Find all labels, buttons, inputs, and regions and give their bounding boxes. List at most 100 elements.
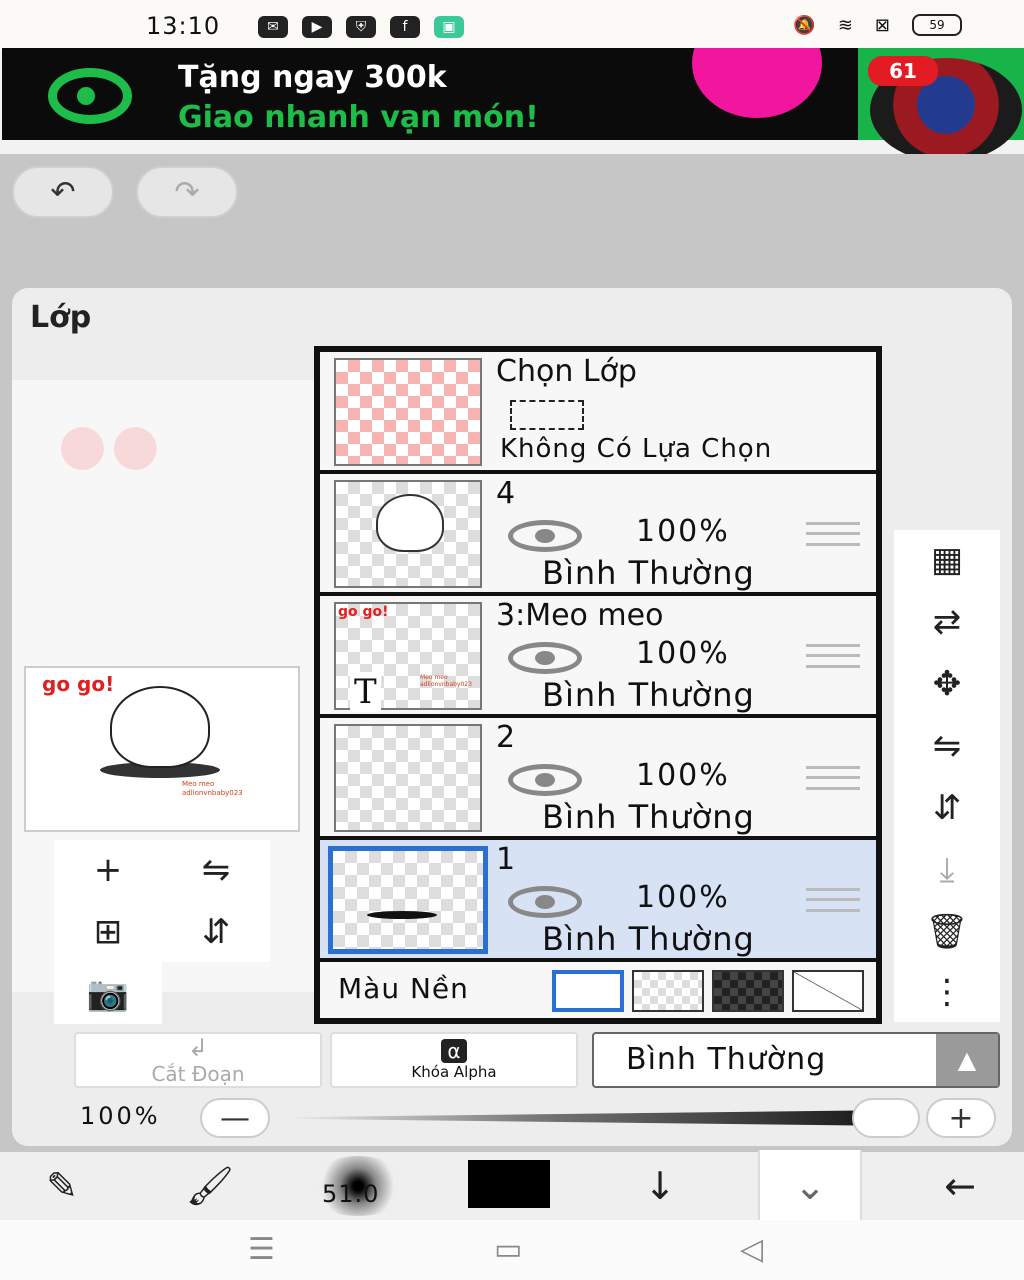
flip-vertical-icon: ⇵ <box>932 788 962 828</box>
flip-vertical-button[interactable]: ⇵ <box>162 902 270 962</box>
chevron-double-down-icon: ⌄ <box>794 1164 826 1208</box>
layer-name: 4 <box>496 476 516 511</box>
redo-button[interactable]: ↷ <box>136 166 238 218</box>
youtube-icon: ▶ <box>302 16 332 38</box>
undo-button[interactable]: ↶ <box>12 166 114 218</box>
eye-icon[interactable] <box>508 642 582 674</box>
checkerboard-icon: ▦ <box>930 540 964 580</box>
facebook-icon: f <box>390 16 420 38</box>
panel-title: Lớp <box>30 300 92 335</box>
layer-row-selected[interactable]: 1 100% Bình Thường <box>320 840 876 958</box>
bg-none-swatch[interactable] <box>792 970 864 1012</box>
layer-blend-mode: Bình Thường <box>542 920 755 958</box>
duplicate-layer-icon: ⊞ <box>93 912 123 952</box>
messenger-icon: ✉ <box>258 16 288 38</box>
add-layer-button[interactable]: + <box>54 840 162 900</box>
drag-handle-icon[interactable] <box>806 522 860 546</box>
mini-watermark: Meo meo adlionvnbaby023 <box>420 674 472 688</box>
delete-button[interactable]: 🗑 <box>894 902 1000 962</box>
mini-watermark-line1: Meo meo <box>420 674 448 681</box>
drag-handle-icon[interactable] <box>806 888 860 912</box>
clip-label: Cắt Đoạn <box>151 1062 245 1086</box>
home-icon[interactable]: ▭ <box>494 1232 522 1267</box>
opacity-decrease-button[interactable]: — <box>200 1098 270 1138</box>
swap-layer-icon: ⇄ <box>932 602 962 642</box>
flip-v-button[interactable]: ⇵ <box>894 778 1000 838</box>
brush-icon: 🖌 <box>185 1163 235 1208</box>
redo-icon: ↷ <box>174 174 200 210</box>
camera-button[interactable]: 📷 <box>54 964 162 1024</box>
gift-icon: ▣ <box>434 16 464 38</box>
checker-button[interactable]: ▦ <box>894 530 1000 590</box>
mute-icon: 🔕 <box>793 14 816 36</box>
tool-switch-button[interactable]: ✎ <box>20 1152 104 1220</box>
background-color-row: Màu Nền <box>320 962 876 1018</box>
back-button[interactable]: ← <box>918 1152 1002 1220</box>
layer-opacity: 100% <box>636 514 730 549</box>
flip-horizontal-icon: ⇋ <box>201 850 231 890</box>
layer-row[interactable]: go go! T Meo meo adlionvnbaby023 3:Meo m… <box>320 596 876 714</box>
opacity-label: 100% <box>80 1102 161 1130</box>
flip-h-button[interactable]: ⇋ <box>894 716 1000 776</box>
cat-drawing <box>376 494 444 552</box>
menu-icon[interactable]: ☰ <box>248 1232 275 1267</box>
move-button[interactable]: ✥ <box>894 654 1000 714</box>
layer-actions: + ⇋ ⊞ ⇵ 📷 <box>54 840 270 1024</box>
bg-dark-swatch[interactable] <box>712 970 784 1012</box>
flip-horizontal-button[interactable]: ⇋ <box>162 840 270 900</box>
more-button[interactable]: ⋮ <box>894 962 1000 1022</box>
opacity-increase-button[interactable]: + <box>926 1098 996 1138</box>
layer-row[interactable]: 2 100% Bình Thường <box>320 718 876 836</box>
mini-watermark-line2: adlionvnbaby023 <box>420 681 472 688</box>
eye-icon[interactable] <box>508 520 582 552</box>
ad-logo-icon <box>48 68 132 124</box>
undo-icon: ↶ <box>50 174 76 210</box>
blend-mode-select[interactable]: Bình Thường ▲ <box>592 1032 1000 1088</box>
clip-button[interactable]: ↲ Cắt Đoạn <box>74 1032 322 1088</box>
layer-name: 1 <box>496 842 516 877</box>
drag-handle-icon[interactable] <box>806 644 860 668</box>
brush-button[interactable]: 🖌 <box>168 1152 252 1220</box>
background-faint-text: ●● <box>58 412 164 477</box>
ad-line1: Tặng ngay 300k <box>178 60 447 95</box>
merge-down-button[interactable]: ⤓ <box>894 840 1000 900</box>
preview-cat-drawing <box>110 686 210 768</box>
notification-badge: 61 <box>868 56 938 86</box>
bg-transparent-swatch[interactable] <box>632 970 704 1012</box>
duplicate-layer-button[interactable]: ⊞ <box>54 902 162 962</box>
layer-opacity: 100% <box>636 636 730 671</box>
selection-layer-thumbnail <box>334 358 482 466</box>
preview-red-text: go go! <box>42 672 115 696</box>
text-layer-icon: T <box>350 672 381 712</box>
move-down-button[interactable]: ↓ <box>618 1152 702 1220</box>
layer-blend-mode: Bình Thường <box>542 798 755 836</box>
flip-horizontal-icon: ⇋ <box>932 726 962 766</box>
wifi-icon: ≋ <box>837 14 853 36</box>
preview-watermark-line1: Meo meo <box>182 780 215 788</box>
back-triangle-icon[interactable]: ◁ <box>740 1232 763 1267</box>
opacity-slider-thumb[interactable] <box>852 1098 920 1138</box>
flip-vertical-icon: ⇵ <box>201 912 231 952</box>
eye-icon[interactable] <box>508 886 582 918</box>
blend-mode-value: Bình Thường <box>626 1042 827 1077</box>
alpha-lock-label: Khóa Alpha <box>411 1063 497 1081</box>
layer-name: 2 <box>496 720 516 755</box>
layer-thumbnail <box>334 724 482 832</box>
layers-list: Chọn Lớp Không Có Lựa Chọn 4 100% Bình T… <box>314 346 882 1024</box>
color-swatch[interactable] <box>468 1160 550 1208</box>
collapse-button[interactable]: ⌄ <box>768 1152 852 1220</box>
sim-icon: ⊠ <box>874 14 890 36</box>
layer-blend-mode: Bình Thường <box>542 676 755 714</box>
swap-layer-button[interactable]: ⇄ <box>894 592 1000 652</box>
more-vertical-icon: ⋮ <box>930 972 964 1012</box>
alpha-lock-button[interactable]: α Khóa Alpha <box>330 1032 578 1088</box>
layer-row[interactable]: 4 100% Bình Thường <box>320 474 876 592</box>
selection-layer-row[interactable]: Chọn Lớp Không Có Lựa Chọn <box>320 352 876 470</box>
plus-icon: + <box>948 1100 974 1136</box>
drag-handle-icon[interactable] <box>806 766 860 790</box>
bg-white-swatch[interactable] <box>552 970 624 1012</box>
eye-icon[interactable] <box>508 764 582 796</box>
ad-decoration <box>692 48 822 118</box>
shadow-drawing <box>367 911 437 919</box>
canvas-preview[interactable]: go go! Meo meo adlionvnbaby023 <box>24 666 300 832</box>
